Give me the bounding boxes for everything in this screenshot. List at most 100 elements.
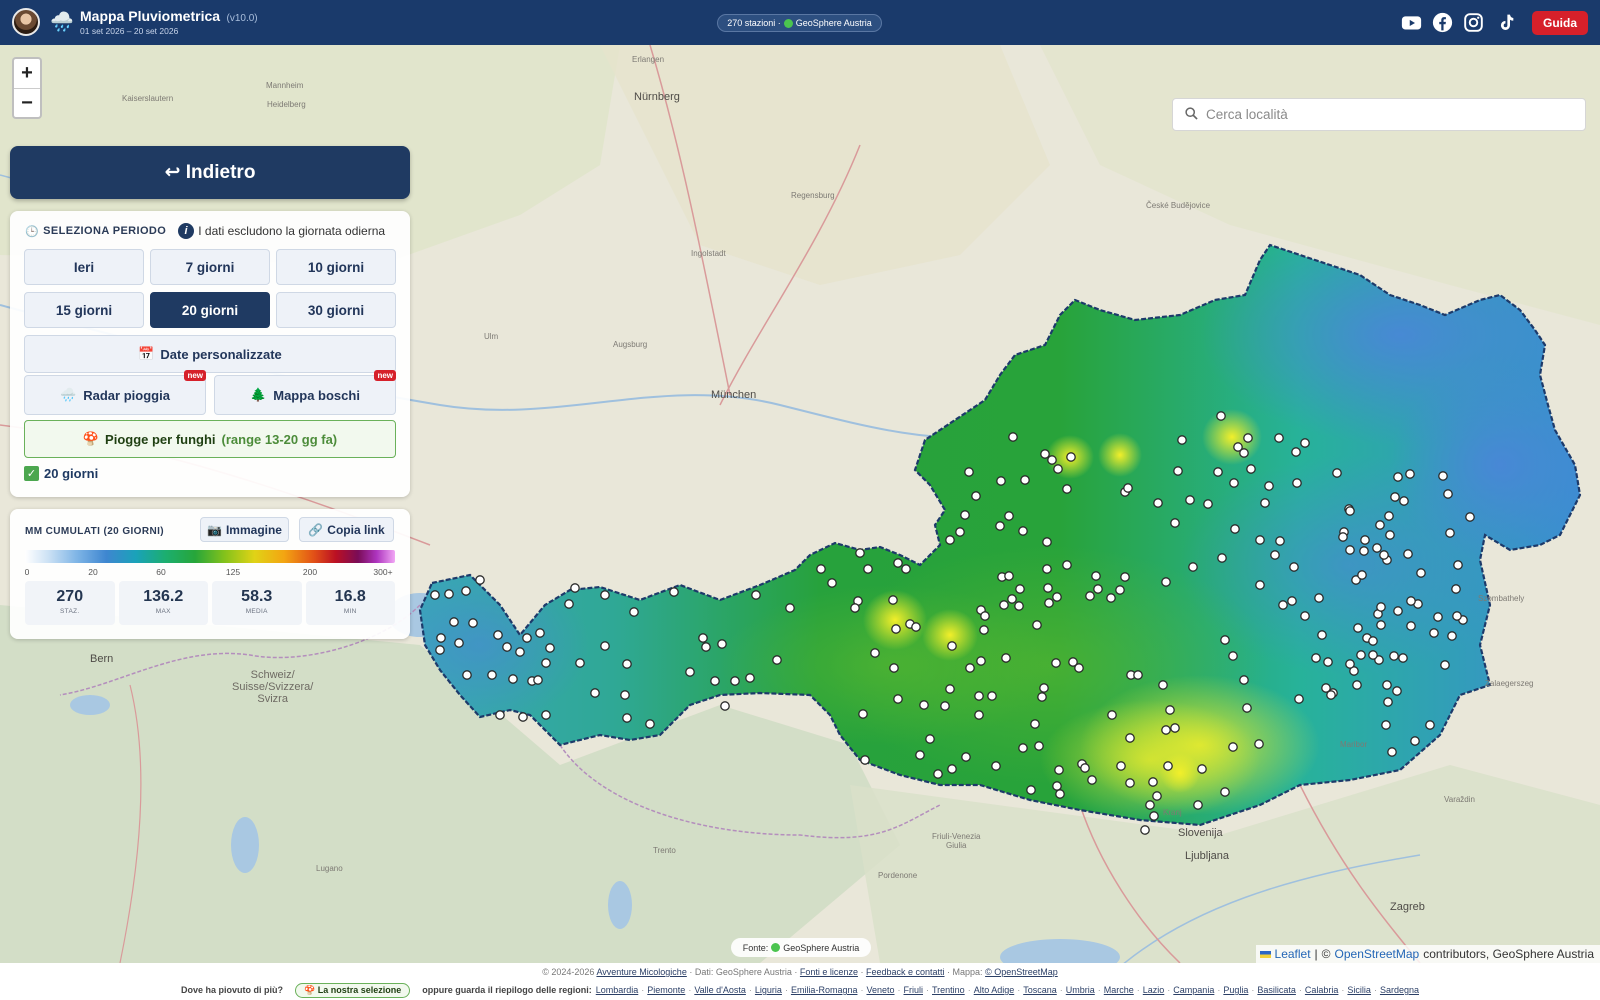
station-marker[interactable] [1403,549,1413,559]
station-marker[interactable] [1447,631,1457,641]
station-marker[interactable] [1034,741,1044,751]
station-marker[interactable] [893,558,903,568]
leaflet-link[interactable]: Leaflet [1275,947,1311,961]
region-link[interactable]: Calabria [1305,985,1339,995]
station-marker[interactable] [1145,800,1155,810]
station-marker[interactable] [1289,562,1299,572]
station-marker[interactable] [1087,775,1097,785]
station-marker[interactable] [1193,800,1203,810]
station-marker[interactable] [947,641,957,651]
station-marker[interactable] [1197,764,1207,774]
region-link[interactable]: Trentino [932,985,965,995]
station-marker[interactable] [1294,694,1304,704]
zoom-in-button[interactable]: + [14,59,40,88]
region-link[interactable]: Puglia [1223,985,1248,995]
station-marker[interactable] [940,701,950,711]
station-marker[interactable] [541,658,551,668]
station-marker[interactable] [1359,546,1369,556]
station-marker[interactable] [1453,560,1463,570]
station-marker[interactable] [1255,580,1265,590]
station-marker[interactable] [1410,736,1420,746]
station-marker[interactable] [1230,524,1240,534]
station-marker[interactable] [1393,606,1403,616]
station-marker[interactable] [1163,761,1173,771]
station-marker[interactable] [1115,585,1125,595]
station-marker[interactable] [1326,690,1336,700]
region-link[interactable]: Umbria [1066,985,1095,995]
station-marker[interactable] [1443,489,1453,499]
station-marker[interactable] [600,590,610,600]
station-marker[interactable] [870,648,880,658]
station-marker[interactable] [1125,733,1135,743]
station-marker[interactable] [1152,791,1162,801]
mushroom-rain-button[interactable]: 🍄 Piogge per funghi (range 13-20 gg fa) [24,420,396,458]
station-marker[interactable] [461,586,471,596]
period-yesterday-button[interactable]: Ieri [24,249,144,285]
station-marker[interactable] [772,655,782,665]
station-marker[interactable] [1032,620,1042,630]
period-7-days-button[interactable]: 7 giorni [150,249,270,285]
image-export-button[interactable]: 📷 Immagine [200,517,289,542]
station-marker[interactable] [1429,628,1439,638]
station-marker[interactable] [508,674,518,684]
station-marker[interactable] [1338,532,1348,542]
station-marker[interactable] [745,673,755,683]
station-marker[interactable] [430,590,440,600]
station-marker[interactable] [855,548,865,558]
station-marker[interactable] [974,691,984,701]
station-marker[interactable] [1020,475,1030,485]
station-marker[interactable] [1451,584,1461,594]
station-marker[interactable] [1054,765,1064,775]
region-link[interactable]: Friuli [904,985,924,995]
tiktok-icon[interactable] [1496,12,1517,33]
station-marker[interactable] [1233,442,1243,452]
station-marker[interactable] [1389,651,1399,661]
station-marker[interactable] [863,564,873,574]
period-30-days-button[interactable]: 30 giorni [276,292,396,328]
station-marker[interactable] [965,663,975,673]
station-marker[interactable] [1242,703,1252,713]
station-marker[interactable] [1165,705,1175,715]
station-marker[interactable] [475,575,485,585]
station-marker[interactable] [710,676,720,686]
station-marker[interactable] [1440,660,1450,670]
station-marker[interactable] [891,624,901,634]
station-marker[interactable] [1356,650,1366,660]
station-marker[interactable] [995,521,1005,531]
station-marker[interactable] [545,643,555,653]
station-marker[interactable] [1465,512,1475,522]
station-marker[interactable] [669,587,679,597]
region-link[interactable]: Alto Adige [974,985,1015,995]
station-marker[interactable] [1120,572,1130,582]
avatar[interactable] [12,8,40,36]
station-marker[interactable] [730,676,740,686]
instagram-icon[interactable] [1463,12,1484,33]
station-marker[interactable] [911,622,921,632]
station-marker[interactable] [1239,675,1249,685]
station-marker[interactable] [1074,663,1084,673]
station-marker[interactable] [816,564,826,574]
station-marker[interactable] [1376,620,1386,630]
station-marker[interactable] [449,617,459,627]
footer-licenses-link[interactable]: Fonti e licenze [800,967,858,977]
station-marker[interactable] [468,618,478,628]
station-marker[interactable] [1015,584,1025,594]
region-link[interactable]: Toscana [1023,985,1057,995]
station-marker[interactable] [1375,520,1385,530]
station-marker[interactable] [1170,723,1180,733]
station-marker[interactable] [720,701,730,711]
station-marker[interactable] [1085,591,1095,601]
station-marker[interactable] [1042,564,1052,574]
region-link[interactable]: Piemonte [647,985,685,995]
station-marker[interactable] [1345,506,1355,516]
station-marker[interactable] [1406,596,1416,606]
station-marker[interactable] [1379,550,1389,560]
station-marker[interactable] [751,590,761,600]
station-marker[interactable] [1106,593,1116,603]
station-marker[interactable] [487,670,497,680]
station-marker[interactable] [1452,611,1462,621]
station-marker[interactable] [1445,528,1455,538]
station-marker[interactable] [955,527,965,537]
station-marker[interactable] [1177,435,1187,445]
copy-link-button[interactable]: 🔗 Copia link [299,517,394,542]
